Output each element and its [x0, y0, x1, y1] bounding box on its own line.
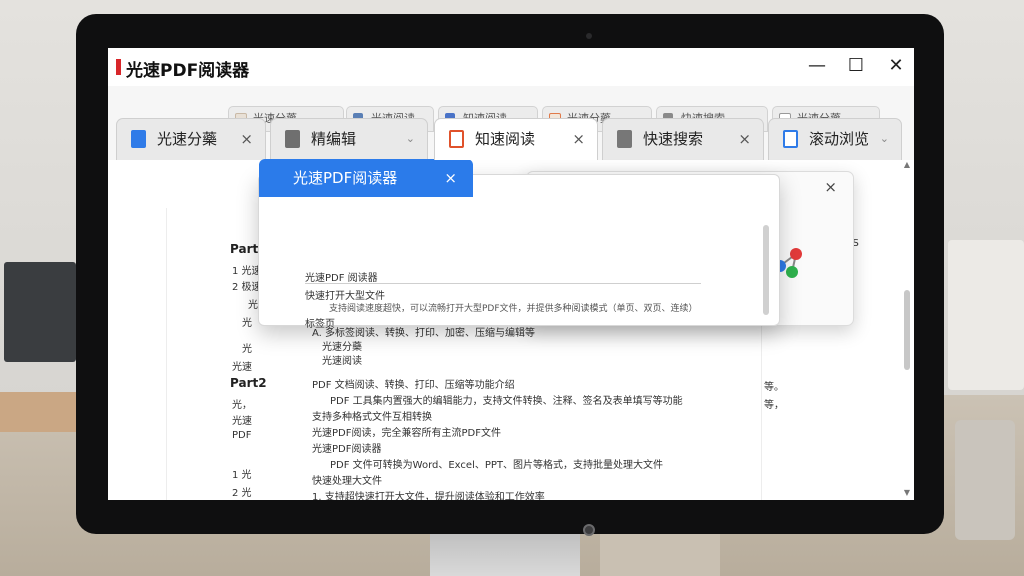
- webcam: [586, 33, 592, 39]
- scroll-down-arrow[interactable]: ▼: [902, 488, 912, 497]
- tab-label: 知速阅读: [475, 130, 536, 148]
- doc-line: 光速PDF阅读，完全兼容所有主流PDF文件: [312, 428, 501, 439]
- tab-strip: 光速分藥 × 精编辑 ⌄ 知速阅读 × 快速搜索 × 滚动浏览 ⌄: [108, 118, 914, 160]
- minimize-button[interactable]: —: [804, 54, 830, 78]
- dialog-tab[interactable]: 光速PDF阅读器 ×: [259, 159, 473, 197]
- blue-document-icon: [131, 130, 146, 148]
- doc-line: 1 光: [232, 470, 252, 481]
- doc-line: 快速处理大文件: [312, 476, 382, 487]
- doc-line: 支持多种格式文件互相转换: [312, 412, 432, 423]
- dialog-subheading: 快速打开大型文件: [305, 291, 385, 302]
- doc-line: 光速: [232, 416, 252, 427]
- background-computer: [948, 240, 1024, 390]
- close-tab-icon[interactable]: ×: [572, 119, 585, 159]
- doc-line: 光速PDF阅读器: [312, 444, 382, 455]
- dialog-heading: 光速PDF 阅读器: [305, 273, 378, 284]
- scroll-view-icon: [783, 130, 798, 148]
- doc-line: 光: [248, 300, 258, 311]
- tab-label: 精编辑: [311, 130, 357, 148]
- tab-kuaisu-sousuo[interactable]: 快速搜索 ×: [602, 118, 764, 160]
- app-window: 光速PDF阅读器 — ☐ ✕ 光速分藥 光速阅读 知速阅读 ⌄ 光速分藥 ⌄ 快…: [108, 48, 914, 500]
- doc-line: PDF: [232, 430, 252, 441]
- monitor-stand: [430, 528, 580, 576]
- grey-document-icon: [617, 130, 632, 148]
- edit-tool-icon: [285, 130, 300, 148]
- doc-line: 光: [242, 344, 252, 355]
- info-dialog: 光速PDF阅读器 × 光速PDF 阅读器 快速打开大型文件 支持阅读速度超快，可…: [258, 159, 780, 330]
- doc-line: 光速: [232, 362, 252, 373]
- background-object: [955, 420, 1015, 540]
- tab-jing-bianji[interactable]: 精编辑 ⌄: [270, 118, 428, 160]
- doc-line: A. 多标签阅读、转换、打印、加密、压缩与编辑等: [312, 328, 536, 339]
- doc-line: Part2: [230, 376, 267, 390]
- doc-line: 光: [242, 318, 252, 329]
- doc-line: 1. 支持超快速打开大文件，提升阅读体验和工作效率: [312, 492, 545, 500]
- doc-line: PDF 工具集内置强大的编辑能力，支持文件转换、注释、签名及表单填写等功能: [330, 396, 683, 407]
- divider: [305, 283, 701, 284]
- tab-label: 光速分藥: [157, 130, 218, 148]
- doc-line: 光速分藥: [322, 342, 362, 353]
- doc-line: 光，: [232, 400, 252, 411]
- chevron-down-icon[interactable]: ⌄: [880, 119, 889, 159]
- doc-line: 2 光: [232, 488, 252, 499]
- doc-line: 等，: [764, 400, 784, 411]
- dialog-description: 支持阅读速度超快，可以流畅打开大型PDF文件，并提供多种阅读模式（单页、双页、连…: [329, 304, 698, 314]
- dialog-scrollbar[interactable]: [763, 225, 769, 315]
- maximize-button[interactable]: ☐: [843, 54, 869, 78]
- close-tab-icon[interactable]: ×: [240, 119, 253, 159]
- tab-guangsu-fenxiang[interactable]: 光速分藥 ×: [116, 118, 266, 160]
- app-logo-icon: [116, 59, 121, 75]
- dialog-footer-label: 标签页: [305, 319, 335, 330]
- background-monitor: [4, 262, 76, 362]
- doc-line: PDF 文档阅读、转换、打印、压缩等功能介绍: [312, 380, 515, 391]
- chevron-down-icon[interactable]: ⌄: [406, 119, 415, 159]
- background-shelf: [0, 392, 80, 432]
- title-bar: 光速PDF阅读器 — ☐ ✕: [108, 48, 914, 86]
- tab-gundong-liulan[interactable]: 滚动浏览 ⌄: [768, 118, 902, 160]
- close-tab-icon[interactable]: ×: [738, 119, 751, 159]
- vertical-scrollbar-thumb[interactable]: [904, 290, 910, 370]
- pdf-file-icon: [449, 130, 464, 148]
- tab-label: 滚动浏览: [809, 130, 870, 148]
- scroll-up-arrow[interactable]: ▲: [902, 160, 912, 169]
- close-dialog-icon[interactable]: ×: [824, 178, 837, 196]
- close-dialog-icon[interactable]: ×: [444, 159, 457, 197]
- close-window-button[interactable]: ✕: [883, 54, 909, 78]
- doc-line: PDF 文件可转换为Word、Excel、PPT、图片等格式，支持批量处理大文件: [330, 460, 664, 471]
- doc-line: 等。: [764, 382, 784, 393]
- tab-zhisu-yuedu[interactable]: 知速阅读 ×: [434, 118, 598, 160]
- tab-label: 快速搜索: [643, 130, 704, 148]
- window-title: 光速PDF阅读器: [126, 61, 250, 81]
- dialog-title: 光速PDF阅读器: [293, 169, 398, 187]
- doc-line: 光速阅读: [322, 356, 362, 367]
- monitor-logo: [583, 524, 595, 536]
